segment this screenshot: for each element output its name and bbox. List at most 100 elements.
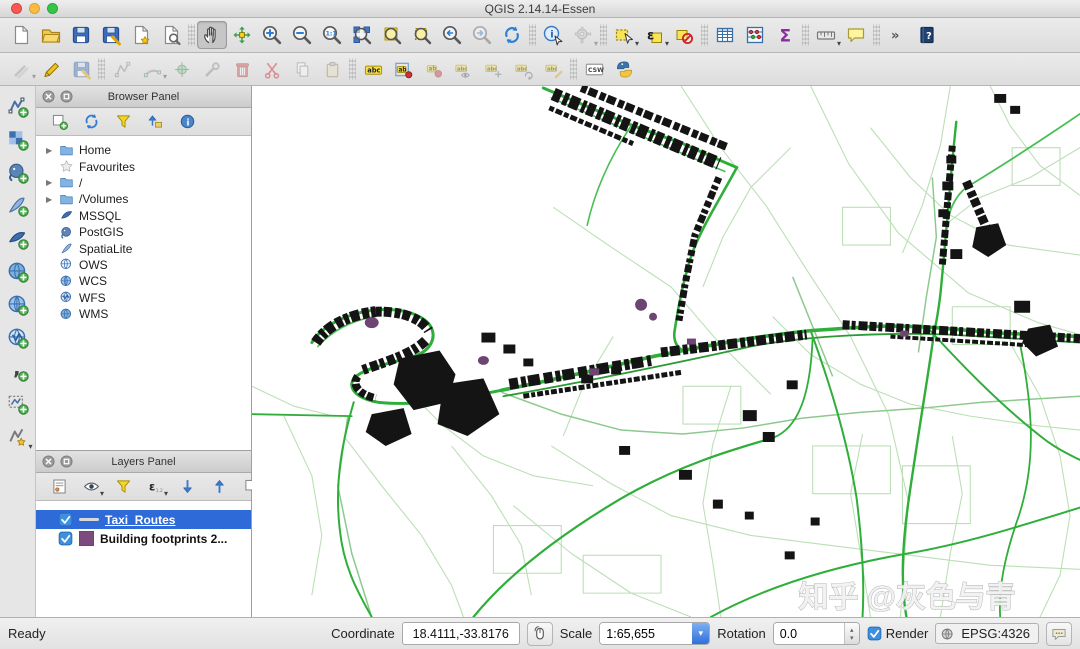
scale-input[interactable]: [600, 623, 693, 644]
open-project-button[interactable]: [36, 21, 66, 49]
browser-item-ows[interactable]: OWS: [36, 257, 251, 273]
coordinate-input[interactable]: [401, 622, 520, 645]
filter-expression-dropdown-icon[interactable]: ▾: [164, 489, 168, 498]
browser-item-root[interactable]: ▶ /: [36, 175, 251, 191]
rotation-stepper[interactable]: ▴ ▾: [843, 623, 859, 644]
copy-features-button[interactable]: [287, 56, 317, 82]
filter-expression-button[interactable]: ε 1.2 ▾: [142, 475, 168, 499]
manage-visibility-dropdown-icon[interactable]: ▾: [100, 489, 104, 498]
new-shapefile-layer-button[interactable]: ▾: [3, 422, 33, 452]
add-wms-layer-button[interactable]: [3, 257, 33, 287]
add-wcs-layer-button[interactable]: [3, 290, 33, 320]
attribute-table-button[interactable]: [710, 21, 740, 49]
save-project-as-button[interactable]: [96, 21, 126, 49]
select-expression-button[interactable]: ε ▾: [639, 21, 669, 49]
layer-row-building-footprints-2[interactable]: Building footprints 2...: [36, 529, 251, 548]
zoom-to-layer-button[interactable]: [377, 21, 407, 49]
measure-button[interactable]: ▾: [811, 21, 841, 49]
feature-action-dropdown-icon[interactable]: ▾: [594, 40, 598, 48]
browser-item-postgis[interactable]: PostGIS: [36, 224, 251, 240]
pan-to-selection-button[interactable]: [227, 21, 257, 49]
expand-all-button[interactable]: [174, 475, 200, 499]
collapse-browser-button[interactable]: [142, 110, 168, 134]
styling-dock-button[interactable]: [46, 475, 72, 499]
crs-status-button[interactable]: EPSG:4326: [935, 623, 1039, 644]
zoom-full-button[interactable]: [347, 21, 377, 49]
deselect-all-button[interactable]: [669, 21, 699, 49]
add-postgis-layer-button[interactable]: [3, 158, 33, 188]
map-canvas[interactable]: 知乎 @灰色与青: [252, 86, 1080, 617]
close-panel-icon[interactable]: [42, 455, 55, 468]
toolbar-overflow-button[interactable]: »: [882, 21, 912, 49]
change-label-button[interactable]: abc: [538, 56, 568, 82]
browser-item-wms[interactable]: WMS: [36, 306, 251, 322]
add-mssql-layer-button[interactable]: [3, 224, 33, 254]
collapse-all-button[interactable]: [206, 475, 232, 499]
toggle-editing-button[interactable]: [36, 56, 66, 82]
expander-icon[interactable]: ▶: [46, 146, 59, 155]
add-selected-layers-button[interactable]: [46, 110, 72, 134]
close-panel-icon[interactable]: [42, 90, 55, 103]
add-raster-layer-button[interactable]: [3, 125, 33, 155]
layer-visibility-checkbox[interactable]: [58, 531, 73, 546]
add-vector-layer-button[interactable]: [3, 92, 33, 122]
statistics-panel-button[interactable]: [740, 21, 770, 49]
add-delimited-text-button[interactable]: ,: [3, 356, 33, 386]
zoom-out-button[interactable]: [287, 21, 317, 49]
add-spatialite-layer-button[interactable]: [3, 191, 33, 221]
zoom-in-button[interactable]: [257, 21, 287, 49]
add-wfs-layer-button[interactable]: [3, 323, 33, 353]
new-composer-button[interactable]: [126, 21, 156, 49]
filter-browser-button[interactable]: [110, 110, 136, 134]
pin-labels-button[interactable]: ab: [388, 56, 418, 82]
move-feature-button[interactable]: [167, 56, 197, 82]
delete-selected-button[interactable]: [227, 56, 257, 82]
refresh-browser-button[interactable]: [78, 110, 104, 134]
cut-features-button[interactable]: [257, 56, 287, 82]
scale-combobox[interactable]: ▾: [599, 622, 711, 645]
map-refresh-button[interactable]: [497, 21, 527, 49]
browser-item-wcs[interactable]: WCS: [36, 273, 251, 289]
rotation-spinbox[interactable]: ▴▾: [772, 622, 860, 645]
browser-item-favourites[interactable]: Favourites: [36, 158, 251, 174]
new-shapefile-layer-dropdown-icon[interactable]: ▾: [28, 443, 32, 451]
scale-dropdown-icon[interactable]: ▾: [692, 623, 710, 644]
node-tool-button[interactable]: [197, 56, 227, 82]
browser-properties-button[interactable]: i: [174, 110, 200, 134]
select-rectangle-button[interactable]: ▾: [609, 21, 639, 49]
highlight-pinned-button[interactable]: ab: [418, 56, 448, 82]
manage-visibility-button[interactable]: ▾: [78, 475, 104, 499]
browser-item-mssql[interactable]: MSSQL: [36, 208, 251, 224]
paste-features-button[interactable]: [317, 56, 347, 82]
layer-row-taxi-routes[interactable]: Taxi_Routes: [36, 510, 251, 529]
browser-item-spatialite[interactable]: SpatiaLite: [36, 240, 251, 256]
metasearch-button[interactable]: CSW: [579, 56, 609, 82]
render-checkbox[interactable]: [867, 626, 882, 641]
pan-map-button[interactable]: [197, 21, 227, 49]
add-feature-button[interactable]: [107, 56, 137, 82]
rotation-input[interactable]: [773, 623, 844, 644]
current-edits-button[interactable]: ▾: [6, 56, 36, 82]
help-contents-button[interactable]: ?: [912, 21, 942, 49]
browser-item-home[interactable]: ▶ Home: [36, 142, 251, 158]
show-hide-labels-button[interactable]: abc: [448, 56, 478, 82]
zoom-last-button[interactable]: [437, 21, 467, 49]
log-messages-button[interactable]: [1046, 621, 1072, 646]
save-edits-button[interactable]: [66, 56, 96, 82]
filter-legend-button[interactable]: [110, 475, 136, 499]
zoom-to-selection-button[interactable]: [407, 21, 437, 49]
layer-visibility-checkbox[interactable]: [58, 512, 73, 527]
zoom-native-button[interactable]: 1:1: [317, 21, 347, 49]
browser-item-wfs[interactable]: WFS: [36, 290, 251, 306]
toggle-extents-mouse-button[interactable]: [526, 621, 553, 646]
labeling-button[interactable]: abc: [358, 56, 388, 82]
expander-icon[interactable]: ▶: [46, 195, 59, 204]
field-calculator-button[interactable]: Σ: [770, 21, 800, 49]
float-panel-icon[interactable]: [60, 455, 73, 468]
add-virtual-layer-button[interactable]: [3, 389, 33, 419]
expander-icon[interactable]: ▶: [46, 178, 59, 187]
identify-features-button[interactable]: i: [538, 21, 568, 49]
zoom-next-button[interactable]: [467, 21, 497, 49]
map-tips-button[interactable]: [841, 21, 871, 49]
move-label-button[interactable]: abc: [478, 56, 508, 82]
